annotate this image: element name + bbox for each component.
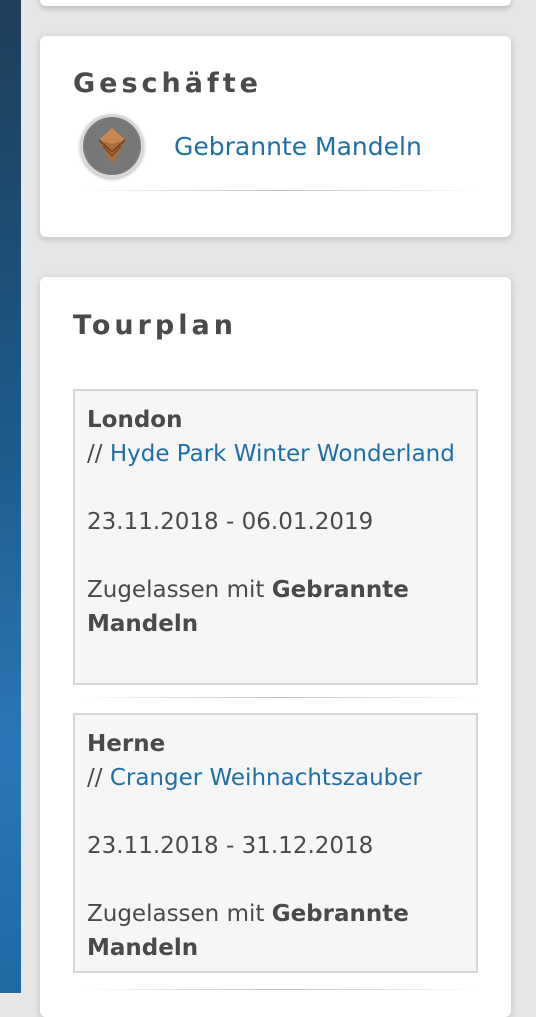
divider: [80, 697, 480, 698]
shops-card: Geschäfte Gebrannte Mandeln: [40, 36, 511, 237]
divider: [80, 190, 480, 191]
tour-approval-prefix: Zugelassen mit: [87, 577, 272, 603]
tour-event-prefix: //: [87, 441, 110, 467]
shop-link-gebrannte-mandeln[interactable]: Gebrannte Mandeln: [174, 132, 422, 161]
tourplan-card: Tourplan London // Hyde Park Winter Wond…: [40, 277, 511, 1017]
tour-event-prefix: //: [87, 765, 110, 791]
tour-dates: 23.11.2018 - 31.12.2018: [87, 833, 374, 859]
tour-city: London: [87, 407, 183, 433]
diamond-logo-icon: [86, 120, 138, 172]
tour-item: London // Hyde Park Winter Wonderland 23…: [73, 389, 478, 685]
divider: [80, 989, 480, 990]
tour-event-link[interactable]: Hyde Park Winter Wonderland: [110, 441, 455, 467]
tourplan-title: Tourplan: [73, 310, 237, 341]
previous-card-edge: [40, 0, 511, 6]
tour-dates: 23.11.2018 - 06.01.2019: [87, 509, 374, 535]
tour-event: // Hyde Park Winter Wonderland: [87, 437, 464, 471]
tour-event: // Cranger Weihnachtszauber: [87, 761, 464, 795]
shop-item[interactable]: Gebrannte Mandeln: [80, 114, 422, 178]
tour-approval-prefix: Zugelassen mit: [87, 901, 272, 927]
shop-avatar[interactable]: [80, 114, 144, 178]
tour-approval: Zugelassen mit Gebrannte Mandeln: [87, 573, 464, 641]
tour-event-link[interactable]: Cranger Weihnachtszauber: [110, 765, 422, 791]
tour-approval: Zugelassen mit Gebrannte Mandeln: [87, 897, 464, 965]
tour-city: Herne: [87, 731, 166, 757]
shops-title: Geschäfte: [73, 68, 262, 99]
tour-item: Herne // Cranger Weihnachtszauber 23.11.…: [73, 713, 478, 973]
left-background-strip: [0, 0, 21, 993]
